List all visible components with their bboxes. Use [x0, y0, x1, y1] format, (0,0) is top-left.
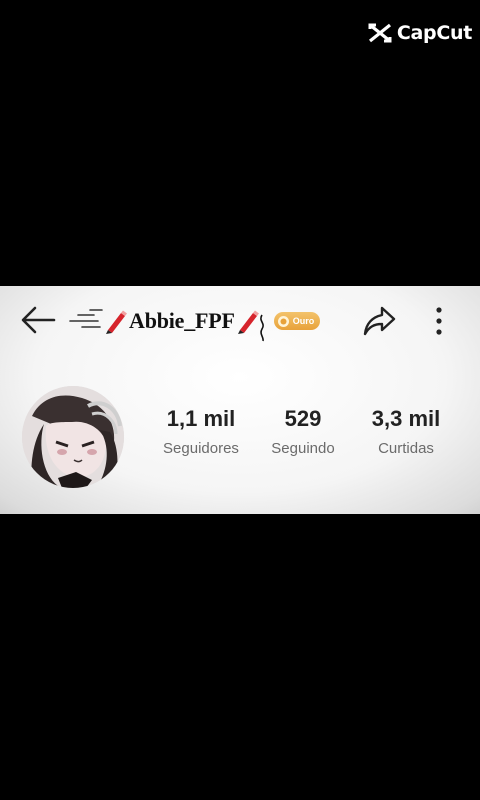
squiggle-icon	[259, 314, 264, 342]
badge: Ouro	[273, 312, 321, 330]
more-vertical-icon[interactable]	[430, 306, 448, 336]
stat-likes[interactable]: 3,3 mil Curtidas	[351, 404, 461, 457]
speed-lines-icon	[69, 309, 103, 328]
badge-label: Ouro	[292, 316, 315, 326]
capcut-logo-icon	[368, 23, 392, 43]
stat-following[interactable]: 529 Seguindo	[248, 404, 358, 457]
stat-followers[interactable]: 1,1 mil Seguidores	[146, 404, 256, 457]
stat-value: 1,1 mil	[166, 406, 236, 431]
stat-label: Curtidas	[378, 440, 434, 457]
profile-panel: Abbie_FPF Ouro 1,1 mil Seguidores 529 Se…	[0, 286, 480, 514]
capcut-watermark: CapCut	[368, 20, 472, 46]
back-arrow-icon[interactable]	[20, 305, 56, 335]
pencil-icon	[106, 310, 127, 334]
stat-value: 3,3 mil	[371, 406, 441, 431]
stat-label: Seguidores	[163, 440, 239, 457]
username: Abbie_FPF	[129, 308, 235, 333]
stat-value: 529	[284, 406, 322, 431]
profile-title: Abbie_FPF Ouro	[68, 304, 321, 342]
share-icon[interactable]	[362, 305, 396, 337]
avatar[interactable]	[22, 386, 124, 488]
watermark-text: CapCut	[396, 22, 472, 44]
stat-label: Seguindo	[271, 440, 335, 457]
medal-icon	[277, 315, 289, 327]
